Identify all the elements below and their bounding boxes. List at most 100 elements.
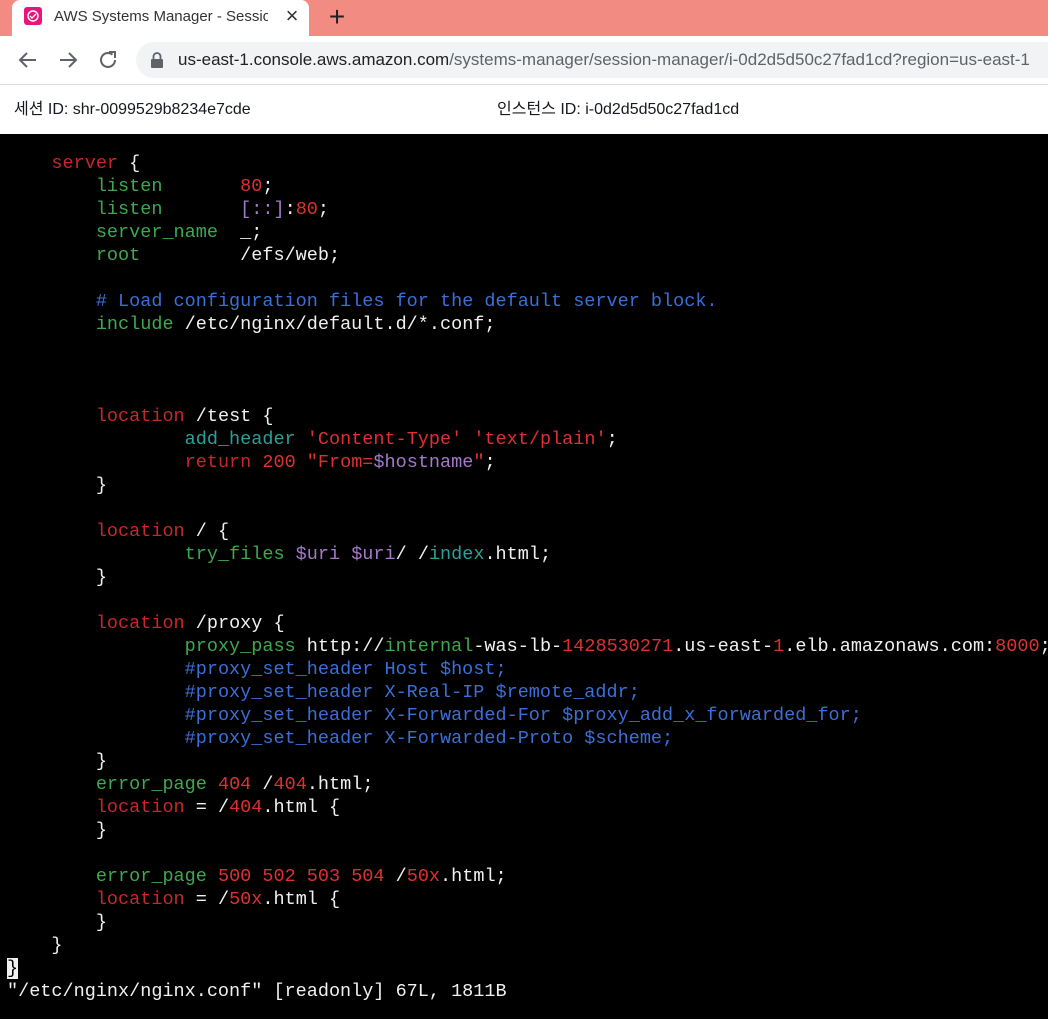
terminal-line: } bbox=[7, 819, 1048, 842]
forward-arrow-icon[interactable] bbox=[56, 48, 80, 72]
terminal-token: .html; bbox=[484, 544, 552, 565]
terminal-line: #proxy_set_header Host $host; bbox=[7, 658, 1048, 681]
terminal-token: $uri bbox=[351, 544, 396, 565]
terminal-token: location bbox=[95, 889, 185, 910]
terminal-token: 404 bbox=[217, 774, 252, 795]
terminal-line: } bbox=[7, 911, 1048, 934]
terminal-line: #proxy_set_header X-Real-IP $remote_addr… bbox=[7, 681, 1048, 704]
terminal-token: -was-lb- bbox=[473, 636, 563, 657]
terminal-line: proxy_pass http://internal-was-lb-142853… bbox=[7, 635, 1048, 658]
terminal-line: } bbox=[7, 957, 1048, 980]
terminal-token: ; bbox=[262, 176, 274, 197]
lock-icon[interactable] bbox=[150, 52, 164, 68]
terminal-line: location / { bbox=[7, 520, 1048, 543]
terminal-token: error_page bbox=[95, 774, 207, 795]
terminal-token: [::] bbox=[240, 199, 285, 220]
terminal-token: } bbox=[7, 820, 107, 841]
terminal-token: 200 bbox=[262, 452, 296, 473]
terminal-token: ; bbox=[1040, 636, 1048, 657]
terminal-output: server { listen 80; listen [::]:80; serv… bbox=[7, 152, 1048, 1003]
terminal-token: : bbox=[284, 199, 296, 220]
terminal-line: } bbox=[7, 566, 1048, 589]
terminal-token: /efs/web; bbox=[140, 245, 341, 266]
terminal-token: return bbox=[184, 452, 252, 473]
terminal-token: /etc/nginx/default.d/*.conf; bbox=[173, 314, 496, 335]
terminal-line: server_name _; bbox=[7, 221, 1048, 244]
terminal-token: { bbox=[118, 153, 141, 174]
terminal-token: 50x bbox=[229, 889, 263, 910]
terminal-token: #proxy_set_header X-Real-IP $remote_addr… bbox=[184, 682, 640, 703]
terminal-token: ; bbox=[606, 429, 618, 450]
terminal-token: #proxy_set_header X-Forwarded-Proto $sch… bbox=[184, 728, 674, 749]
terminal-line: error_page 404 /404.html; bbox=[7, 773, 1048, 796]
terminal-line: } bbox=[7, 474, 1048, 497]
url-text[interactable]: us-east-1.console.aws.amazon.com/systems… bbox=[178, 50, 1048, 70]
terminal-line: server { bbox=[7, 152, 1048, 175]
terminal[interactable]: server { listen 80; listen [::]:80; serv… bbox=[0, 134, 1048, 1019]
terminal-line: } bbox=[7, 750, 1048, 773]
terminal-token: proxy_pass bbox=[184, 636, 296, 657]
terminal-line: error_page 500 502 503 504 /50x.html; bbox=[7, 865, 1048, 888]
address-bar[interactable]: us-east-1.console.aws.amazon.com/systems… bbox=[136, 42, 1048, 78]
terminal-token: " bbox=[473, 452, 485, 473]
terminal-token: http:// bbox=[295, 636, 385, 657]
terminal-token: 80 bbox=[240, 176, 263, 197]
session-info-bar: 세션 ID: shr-0099529b8234e7cde 인스턴스 ID: i-… bbox=[0, 85, 1048, 134]
back-arrow-icon[interactable] bbox=[16, 48, 40, 72]
terminal-token: index bbox=[428, 544, 485, 565]
terminal-token: listen bbox=[95, 199, 163, 220]
terminal-line: location /proxy { bbox=[7, 612, 1048, 635]
terminal-line: #proxy_set_header X-Forwarded-For $proxy… bbox=[7, 704, 1048, 727]
terminal-line: location = /404.html { bbox=[7, 796, 1048, 819]
new-tab-icon[interactable]: + bbox=[322, 2, 352, 32]
terminal-token: # Load configuration files for the defau… bbox=[95, 291, 718, 312]
terminal-token: include bbox=[95, 314, 174, 335]
tab-title: AWS Systems Manager - Session Manager bbox=[54, 8, 268, 25]
terminal-token: / / bbox=[395, 544, 429, 565]
terminal-token: "/etc/nginx/nginx.conf" [readonly] 67L, … bbox=[7, 981, 507, 1002]
browser-toolbar: us-east-1.console.aws.amazon.com/systems… bbox=[0, 36, 1048, 85]
url-host: us-east-1.console.aws.amazon.com bbox=[178, 50, 450, 69]
terminal-token: 404 bbox=[273, 774, 307, 795]
terminal-token: 500 502 503 504 bbox=[217, 866, 385, 887]
terminal-line: location /test { bbox=[7, 405, 1048, 428]
close-tab-icon[interactable]: × bbox=[280, 4, 304, 28]
aws-systems-manager-icon bbox=[24, 7, 42, 25]
terminal-token: = / bbox=[184, 889, 230, 910]
terminal-token: listen bbox=[95, 176, 163, 197]
terminal-token: } bbox=[7, 567, 107, 588]
terminal-token: server_name bbox=[95, 222, 218, 243]
terminal-token: location bbox=[95, 613, 185, 634]
terminal-line: try_files $uri $uri/ /index.html; bbox=[7, 543, 1048, 566]
browser-tab[interactable]: AWS Systems Manager - Session Manager × bbox=[12, 0, 309, 36]
terminal-token: / { bbox=[184, 521, 230, 542]
terminal-token: / bbox=[251, 774, 274, 795]
terminal-token: root bbox=[95, 245, 141, 266]
reload-icon[interactable] bbox=[96, 48, 120, 72]
terminal-token: 1428530271 bbox=[562, 636, 674, 657]
